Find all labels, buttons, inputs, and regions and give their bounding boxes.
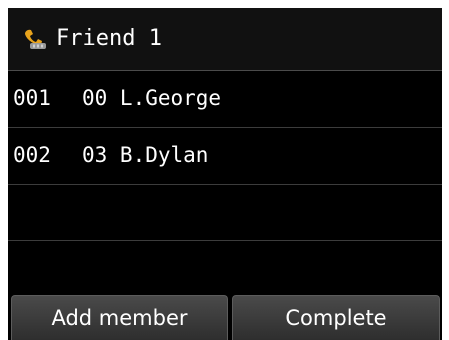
- member-name: 03 B.Dylan: [82, 143, 209, 167]
- printer-touch-screen: Friend 1 001 00 L.George 002 03 B.Dylan …: [0, 0, 449, 340]
- member-row-empty[interactable]: [8, 185, 442, 241]
- title-bar: Friend 1: [8, 8, 442, 70]
- member-row-empty[interactable]: [8, 241, 442, 293]
- handset-group-icon: [25, 29, 46, 49]
- member-number: 002: [13, 143, 51, 167]
- member-row[interactable]: 002 03 B.Dylan: [8, 128, 442, 184]
- member-number: 001: [13, 86, 51, 110]
- complete-button[interactable]: Complete: [232, 295, 440, 340]
- member-row[interactable]: 001 00 L.George: [8, 71, 442, 127]
- add-member-button[interactable]: Add member: [11, 295, 228, 340]
- group-dial-panel: Friend 1 001 00 L.George 002 03 B.Dylan …: [8, 8, 442, 340]
- page-title: Friend 1: [56, 26, 162, 51]
- member-name: 00 L.George: [82, 86, 222, 110]
